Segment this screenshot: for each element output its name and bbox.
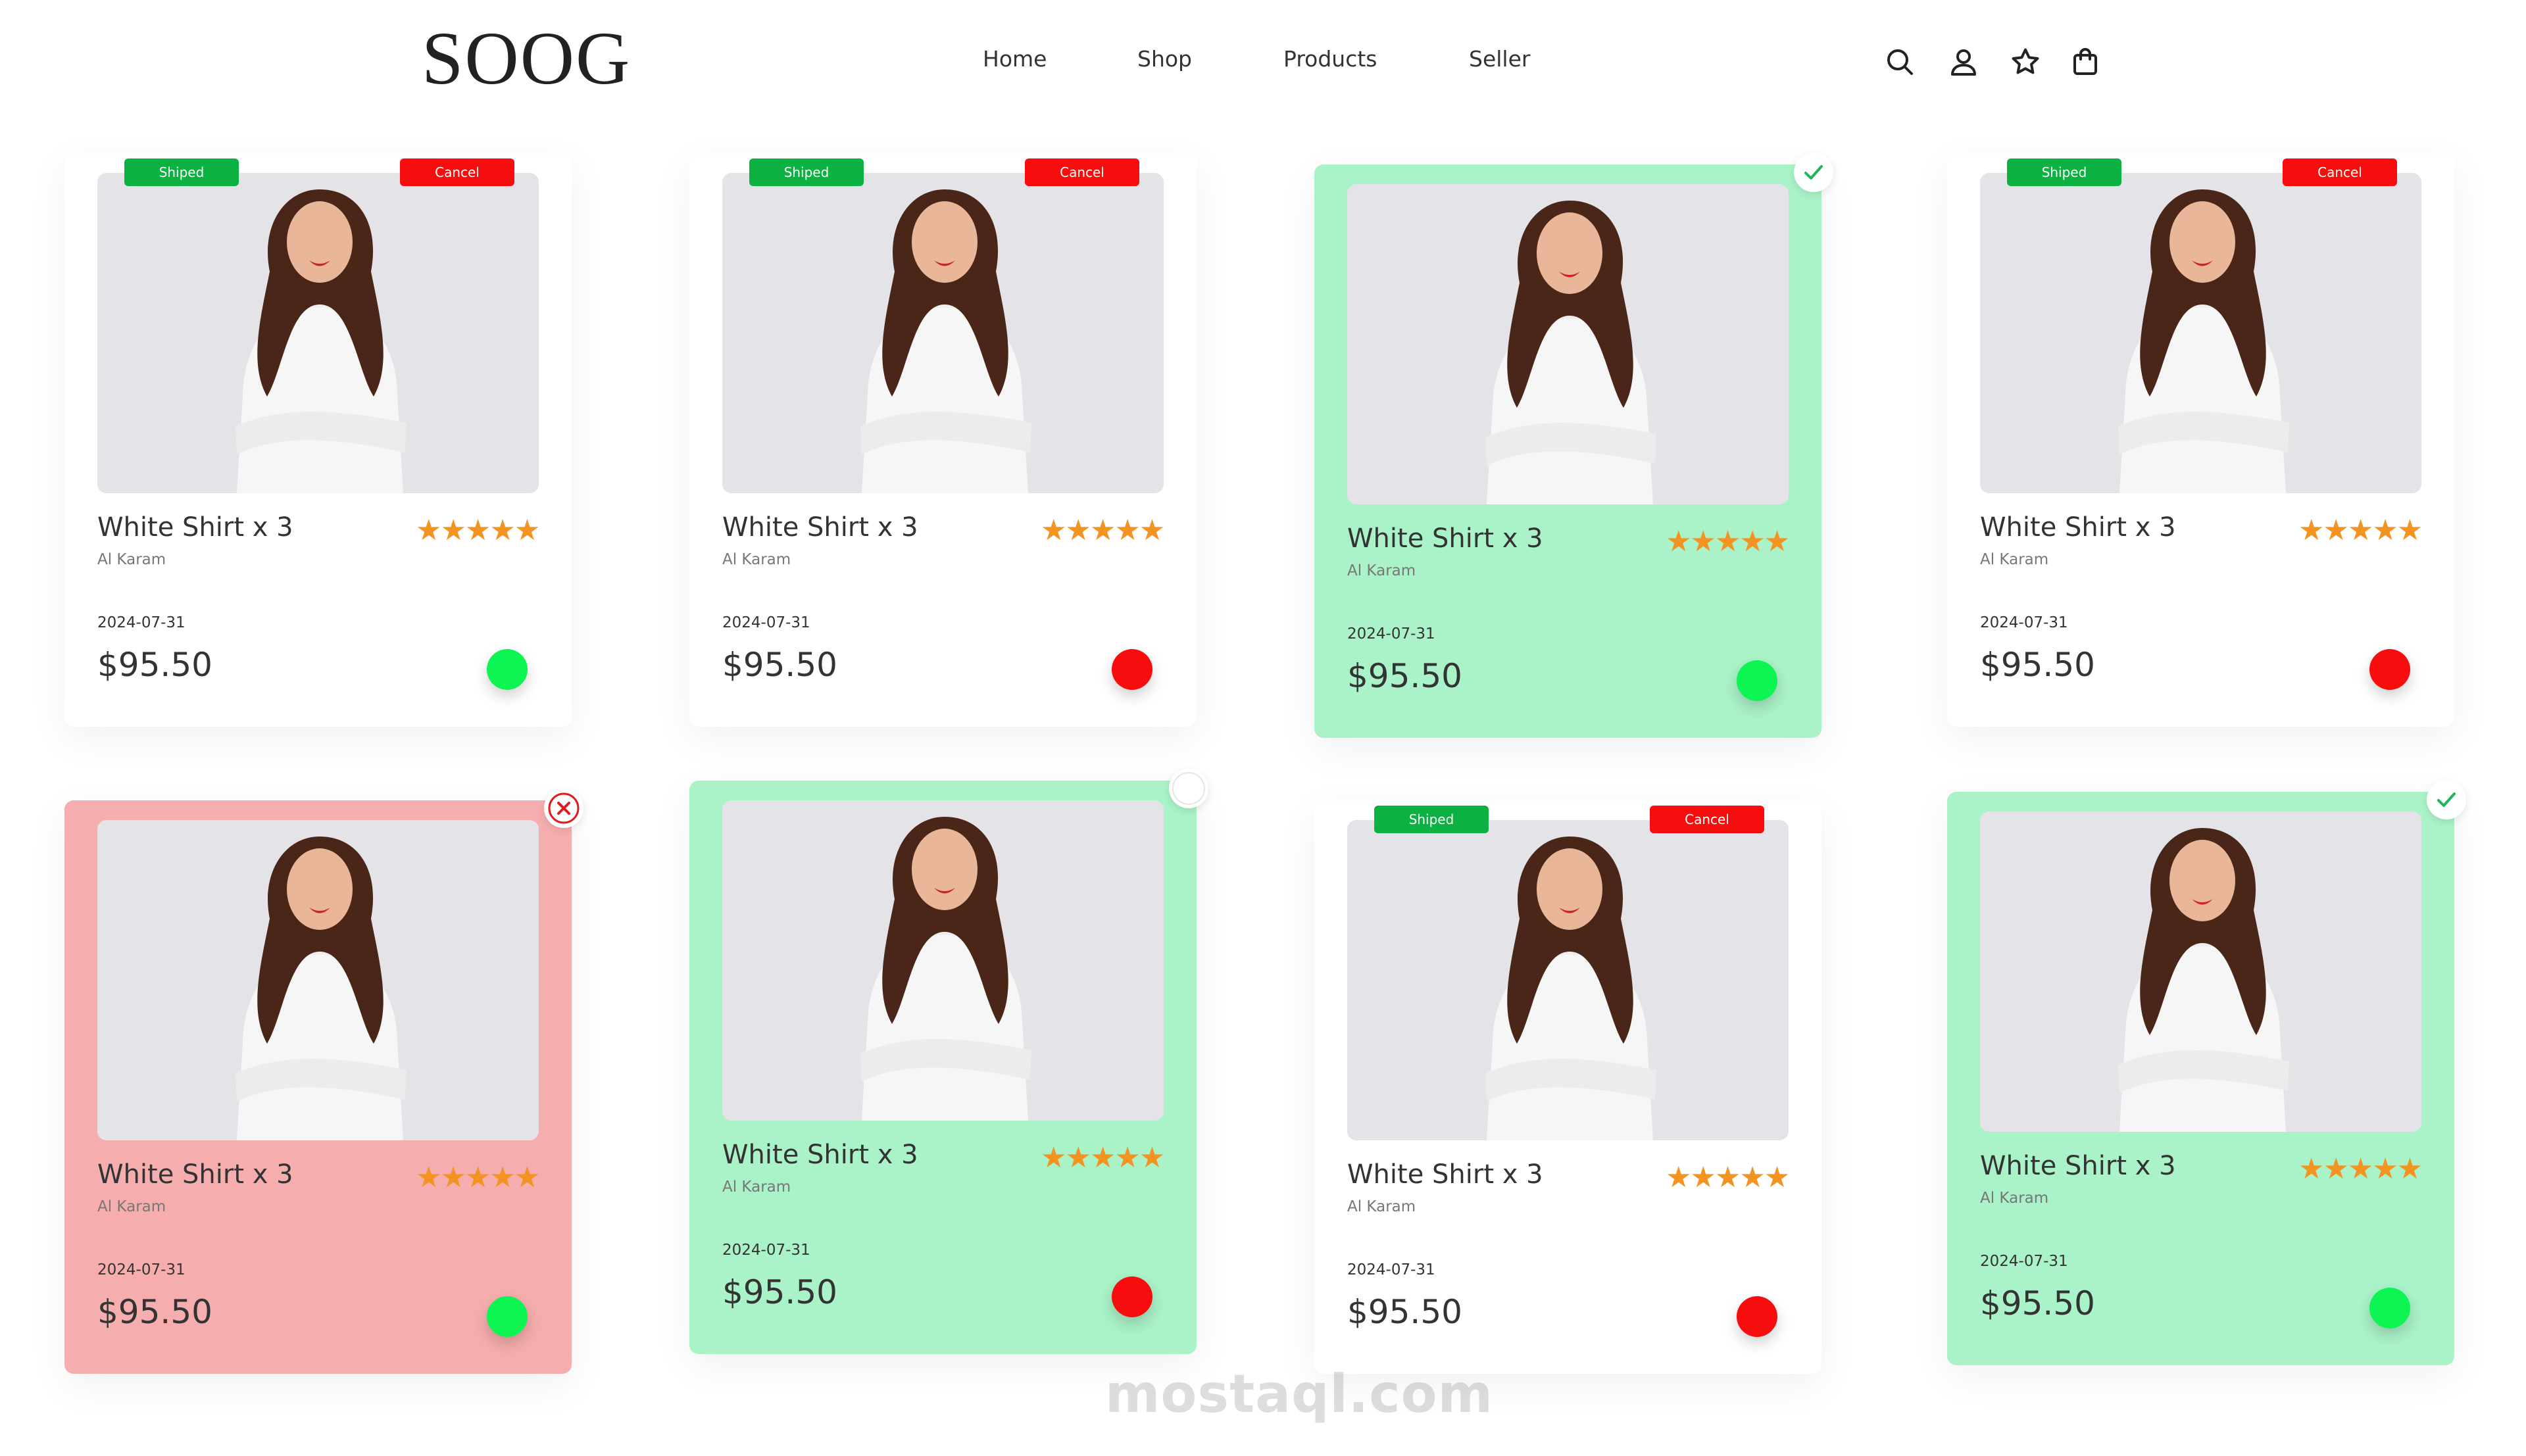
order-price: $95.50 <box>97 1293 212 1331</box>
seller-name: Al Karam <box>1980 1190 2049 1207</box>
status-dot-green[interactable] <box>487 1296 528 1337</box>
watermark-text: mostaql.com <box>1105 1363 1493 1424</box>
order-card[interactable]: Shiped Cancel White Shirt x 3 Al Karam ★… <box>1314 800 1821 1374</box>
order-price: $95.50 <box>1980 1284 2095 1323</box>
order-price: $95.50 <box>1347 1293 1462 1331</box>
order-card-selected[interactable]: White Shirt x 3 Al Karam ★★★★★ 2024-07-3… <box>1947 780 2466 1365</box>
nav-link-seller[interactable]: Seller <box>1469 45 1530 74</box>
status-dot-green[interactable] <box>1737 660 1777 701</box>
nav-link-shop[interactable]: Shop <box>1137 45 1192 74</box>
product-title: White Shirt x 3 <box>97 512 293 543</box>
product-image <box>97 820 539 1140</box>
order-price: $95.50 <box>722 646 837 684</box>
shipped-tag[interactable]: Shiped <box>749 158 864 186</box>
search-icon[interactable] <box>1884 46 1916 78</box>
check-icon[interactable] <box>2427 780 2466 819</box>
seller-name: Al Karam <box>1347 562 1416 579</box>
product-title: White Shirt x 3 <box>1347 523 1543 554</box>
seller-name: Al Karam <box>722 1178 791 1196</box>
star-icon[interactable] <box>2010 46 2041 78</box>
status-dot-green[interactable] <box>2369 1288 2410 1328</box>
close-icon[interactable] <box>544 789 583 828</box>
cancel-button[interactable]: Cancel <box>2283 158 2397 186</box>
status-dot-red[interactable] <box>1112 1276 1152 1317</box>
order-date: 2024-07-31 <box>1347 625 1435 643</box>
status-dot-green[interactable] <box>487 649 528 690</box>
product-image <box>1347 184 1789 504</box>
status-dot-red[interactable] <box>1737 1296 1777 1337</box>
user-icon[interactable] <box>1948 46 1979 78</box>
order-date: 2024-07-31 <box>1347 1261 1435 1278</box>
check-icon[interactable] <box>1794 153 1833 192</box>
product-image <box>1980 173 2421 493</box>
product-image <box>97 173 539 493</box>
product-image <box>1347 820 1789 1140</box>
rating-stars: ★★★★★ <box>416 1161 540 1194</box>
product-image <box>1980 812 2421 1132</box>
product-title: White Shirt x 3 <box>97 1159 293 1190</box>
nav-link-home[interactable]: Home <box>983 45 1047 74</box>
shipped-tag[interactable]: Shiped <box>124 158 239 186</box>
rating-stars: ★★★★★ <box>416 514 540 547</box>
product-title: White Shirt x 3 <box>722 1140 918 1170</box>
order-card-selected[interactable]: White Shirt x 3 Al Karam ★★★★★ 2024-07-3… <box>689 769 1208 1354</box>
rating-stars: ★★★★★ <box>1666 1161 1790 1194</box>
product-image <box>722 800 1164 1121</box>
product-image <box>722 173 1164 493</box>
empty-circle-icon[interactable] <box>1169 769 1208 808</box>
rating-stars: ★★★★★ <box>1041 1141 1165 1175</box>
rating-stars: ★★★★★ <box>2298 1152 2423 1186</box>
seller-name: Al Karam <box>97 551 166 568</box>
order-date: 2024-07-31 <box>1980 1253 2068 1270</box>
order-date: 2024-07-31 <box>1980 614 2068 631</box>
bag-icon[interactable] <box>2069 46 2101 78</box>
order-card-rejected[interactable]: White Shirt x 3 Al Karam ★★★★★ 2024-07-3… <box>64 789 583 1374</box>
seller-name: Al Karam <box>97 1198 166 1215</box>
brand-logo[interactable]: SOOG <box>422 21 631 96</box>
seller-name: Al Karam <box>722 551 791 568</box>
order-date: 2024-07-31 <box>97 614 186 631</box>
status-dot-red[interactable] <box>2369 649 2410 690</box>
order-date: 2024-07-31 <box>97 1261 186 1278</box>
cancel-button[interactable]: Cancel <box>1650 806 1764 833</box>
product-title: White Shirt x 3 <box>722 512 918 543</box>
order-price: $95.50 <box>97 646 212 684</box>
seller-name: Al Karam <box>1347 1198 1416 1215</box>
rating-stars: ★★★★★ <box>1041 514 1165 547</box>
seller-name: Al Karam <box>1980 551 2049 568</box>
shipped-tag[interactable]: Shiped <box>1374 806 1489 833</box>
cancel-button[interactable]: Cancel <box>400 158 514 186</box>
product-title: White Shirt x 3 <box>1980 1151 2176 1181</box>
order-date: 2024-07-31 <box>722 1242 810 1259</box>
shipped-tag[interactable]: Shiped <box>2007 158 2121 186</box>
order-price: $95.50 <box>1347 657 1462 695</box>
cancel-button[interactable]: Cancel <box>1025 158 1139 186</box>
order-card[interactable]: Shiped Cancel White Shirt x 3 Al Karam ★… <box>64 153 572 727</box>
order-date: 2024-07-31 <box>722 614 810 631</box>
nav-link-products[interactable]: Products <box>1283 45 1377 74</box>
order-card[interactable]: Shiped Cancel White Shirt x 3 Al Karam ★… <box>689 153 1197 727</box>
order-price: $95.50 <box>722 1273 837 1311</box>
product-title: White Shirt x 3 <box>1980 512 2176 543</box>
order-card-selected[interactable]: White Shirt x 3 Al Karam ★★★★★ 2024-07-3… <box>1314 153 1833 738</box>
product-title: White Shirt x 3 <box>1347 1159 1543 1190</box>
order-price: $95.50 <box>1980 646 2095 684</box>
order-card[interactable]: Shiped Cancel White Shirt x 3 Al Karam ★… <box>1947 153 2454 727</box>
rating-stars: ★★★★★ <box>2298 514 2423 547</box>
rating-stars: ★★★★★ <box>1666 525 1790 558</box>
status-dot-red[interactable] <box>1112 649 1152 690</box>
